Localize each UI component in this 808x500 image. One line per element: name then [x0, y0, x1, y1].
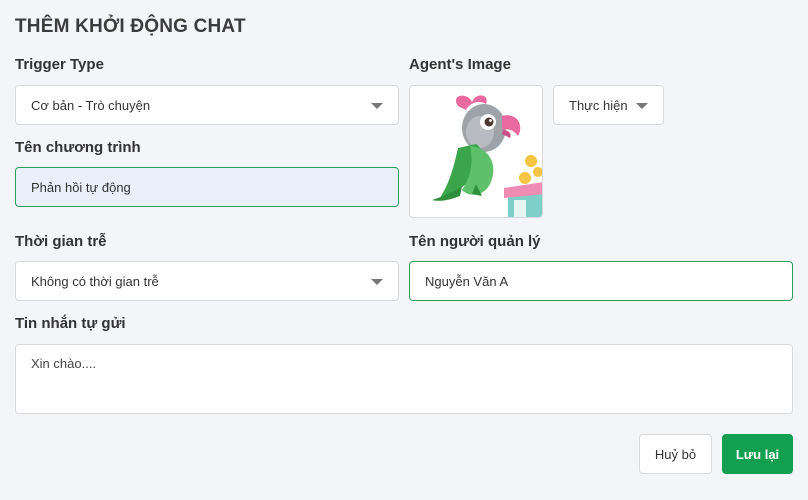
agent-action-select[interactable]: Thực hiện: [553, 85, 664, 125]
delay-value: Không có thời gian trễ: [31, 273, 159, 289]
chevron-down-icon: [636, 103, 648, 109]
trigger-type-value: Cơ bản - Trò chuyện: [31, 97, 151, 113]
parrot-avatar-icon: [432, 95, 542, 217]
manager-name-label: Tên người quản lý: [409, 233, 541, 250]
auto-message-textarea[interactable]: Xin chào....: [15, 344, 793, 414]
agent-image-label: Agent's Image: [409, 56, 511, 73]
trigger-type-label: Trigger Type: [15, 56, 104, 73]
agent-action-value: Thực hiện: [569, 97, 628, 113]
delay-select[interactable]: Không có thời gian trễ: [15, 261, 399, 301]
page-title: THÊM KHỞI ĐỘNG CHAT: [15, 16, 246, 37]
program-name-value: Phản hồi tự động: [31, 179, 131, 195]
save-button[interactable]: Lưu lại: [722, 434, 793, 474]
chevron-down-icon: [371, 103, 383, 109]
delay-label: Thời gian trễ: [15, 233, 107, 250]
trigger-type-select[interactable]: Cơ bản - Trò chuyện: [15, 85, 399, 125]
chevron-down-icon: [371, 279, 383, 285]
manager-name-input[interactable]: Nguyễn Văn A: [409, 261, 793, 301]
auto-message-label: Tin nhắn tự gửi: [15, 315, 126, 332]
program-name-input[interactable]: Phản hồi tự động: [15, 167, 399, 207]
manager-name-value: Nguyễn Văn A: [425, 273, 509, 289]
auto-message-value: Xin chào....: [31, 356, 97, 371]
program-name-label: Tên chương trình: [15, 139, 141, 156]
cancel-button[interactable]: Huỷ bỏ: [639, 434, 712, 474]
agent-image-preview: [409, 85, 543, 218]
